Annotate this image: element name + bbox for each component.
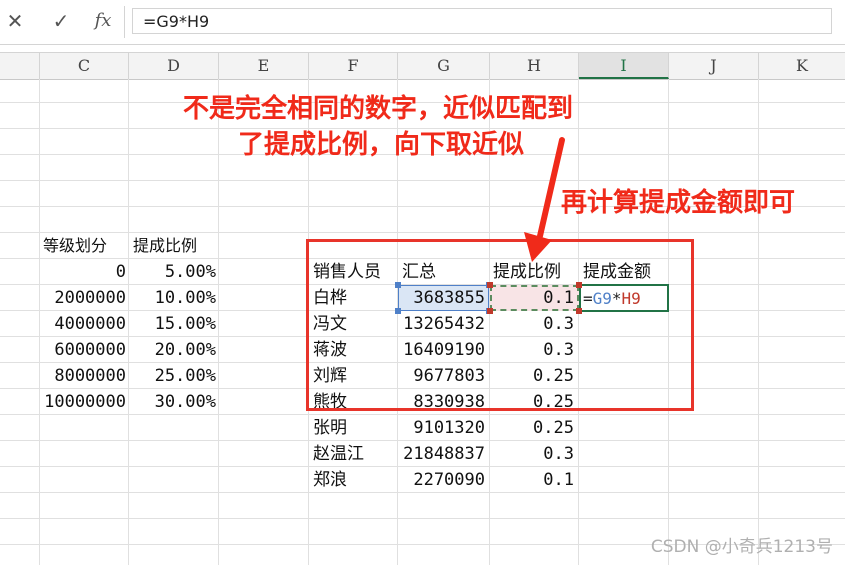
grade-rate-cell[interactable]: 30.00%	[129, 389, 216, 415]
grade-rate-cell[interactable]: 10.00%	[129, 285, 216, 311]
annotation-text-3: 再计算提成金额即可	[561, 188, 796, 218]
annotation-box	[306, 239, 694, 411]
grade-header-rate[interactable]: 提成比例	[133, 233, 197, 259]
column-header-c[interactable]: C	[40, 53, 129, 79]
corner-spacer[interactable]	[0, 53, 40, 79]
column-header-f[interactable]: F	[309, 53, 398, 79]
grade-level-cell[interactable]: 0	[40, 259, 126, 285]
column-header-d[interactable]: D	[129, 53, 219, 79]
sales-rate-cell[interactable]: 0.3	[490, 441, 574, 467]
annotation-text-1: 不是完全相同的数字，近似匹配到	[183, 94, 574, 124]
sales-person-cell[interactable]: 郑浪	[313, 467, 347, 493]
grid-line	[0, 180, 845, 181]
grade-level-cell[interactable]: 6000000	[40, 337, 126, 363]
annotation-arrow-icon	[524, 137, 565, 262]
grade-level-cell[interactable]: 2000000	[40, 285, 126, 311]
watermark: CSDN @小奇兵1213号	[650, 537, 833, 557]
grade-level-cell[interactable]: 4000000	[40, 311, 126, 337]
sales-total-cell[interactable]: 21848837	[398, 441, 485, 467]
column-header-j[interactable]: J	[669, 53, 759, 79]
formula-bar: ✕ ✓ fx =G9*H9	[0, 0, 845, 45]
column-header-k[interactable]: K	[759, 53, 845, 79]
cancel-icon[interactable]: ✕	[2, 8, 28, 34]
sales-person-cell[interactable]: 赵温江	[313, 441, 364, 467]
grade-rate-cell[interactable]: 20.00%	[129, 337, 216, 363]
formula-bar-divider	[124, 6, 125, 38]
grid-line	[0, 232, 845, 233]
sales-person-cell[interactable]: 张明	[313, 415, 347, 441]
column-header-row: C D E F G H I J K	[0, 52, 845, 80]
sales-rate-cell[interactable]: 0.25	[490, 415, 574, 441]
column-header-g[interactable]: G	[398, 53, 490, 79]
grade-rate-cell[interactable]: 5.00%	[129, 259, 216, 285]
fx-icon[interactable]: fx	[90, 8, 116, 34]
column-header-i[interactable]: I	[579, 53, 669, 79]
column-header-h[interactable]: H	[490, 53, 579, 79]
column-header-e[interactable]: E	[219, 53, 309, 79]
grade-rate-cell[interactable]: 25.00%	[129, 363, 216, 389]
annotation-text-2: 了提成比例，向下取近似	[238, 130, 525, 160]
grade-rate-cell[interactable]: 15.00%	[129, 311, 216, 337]
sales-total-cell[interactable]: 9101320	[398, 415, 485, 441]
formula-input[interactable]: =G9*H9	[132, 8, 832, 34]
enter-icon[interactable]: ✓	[48, 8, 74, 34]
grade-header-level[interactable]: 等级划分	[43, 233, 107, 259]
sales-total-cell[interactable]: 2270090	[398, 467, 485, 493]
grid-line	[0, 518, 845, 519]
grade-level-cell[interactable]: 8000000	[40, 363, 126, 389]
grade-level-cell[interactable]: 10000000	[40, 389, 126, 415]
sales-rate-cell[interactable]: 0.1	[490, 467, 574, 493]
